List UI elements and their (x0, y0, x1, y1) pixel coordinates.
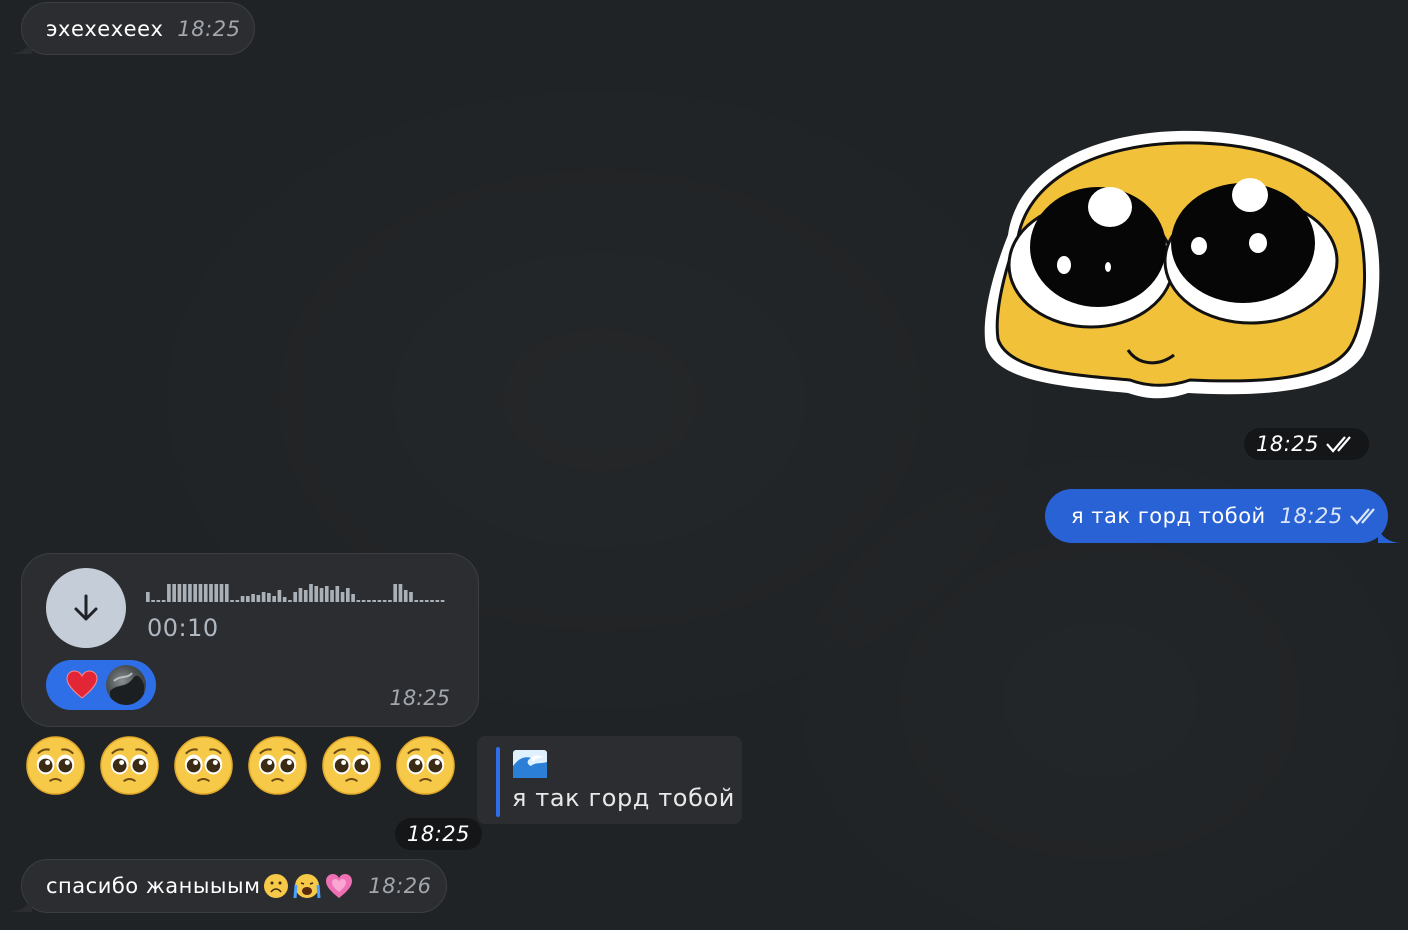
pleading-face-sticker[interactable] (978, 125, 1383, 403)
waveform-bar (146, 592, 150, 602)
reply-preview[interactable]: я так горд тобой (477, 736, 742, 824)
waveform-bar (277, 590, 282, 602)
waveform-bar (346, 588, 350, 602)
waveform-bar (430, 600, 434, 602)
reply-text: я так горд тобой (512, 784, 735, 812)
time-text: 18:25 (1256, 432, 1320, 456)
waveform-bar (151, 600, 155, 602)
bubble-tail (10, 895, 32, 912)
waveform-bar (303, 590, 308, 602)
water-wave-emoji (513, 750, 547, 778)
waveform-bar (372, 600, 376, 602)
pleading-face-emoji (246, 734, 309, 801)
message-time: 18:25 (1279, 504, 1343, 528)
waveform-bar (351, 594, 355, 602)
waveform-bar (156, 600, 161, 602)
pleading-face-emoji (24, 734, 87, 801)
growing-heart-emoji (326, 874, 353, 898)
waveform-bar (261, 592, 266, 602)
waveform-bar (230, 600, 234, 602)
pleading-face-emoji (98, 734, 161, 801)
emoji-message-time: 18:25 (395, 818, 483, 850)
waveform-bar (382, 600, 387, 602)
waveform-bar (177, 584, 182, 602)
waveform-bar (361, 600, 366, 602)
pleading-face-emoji (320, 734, 383, 801)
waveform-bar (267, 593, 271, 602)
message-text: я так горд тобой (1071, 504, 1266, 528)
waveform-bar (409, 592, 413, 602)
incoming-message[interactable]: спасибо жаныыым 18:26 (10, 859, 447, 913)
waveform-bar (209, 584, 213, 602)
voice-duration: 00:10 (147, 614, 219, 642)
waveform-bar (198, 584, 203, 602)
waveform-bar (172, 584, 176, 602)
message-text: спасибо жаныыым (46, 874, 261, 898)
waveform-bar (340, 592, 345, 602)
waveform-bar (414, 600, 419, 602)
waveform-bar (393, 584, 398, 602)
bubble-tail (10, 37, 32, 54)
sticker-time: 18:25 (1244, 428, 1370, 460)
reply-accent-bar (496, 747, 500, 817)
waveform-bar (288, 600, 292, 602)
waveform-bar (240, 596, 245, 602)
waveform-bar (251, 594, 255, 602)
double-check-icon (1326, 436, 1351, 453)
waveform-bar (298, 588, 303, 602)
waveform-bar (335, 586, 340, 602)
crying-face-emoji (293, 874, 321, 899)
waveform-bar (356, 600, 361, 602)
waveform-bar (182, 584, 187, 602)
waveform-bar (330, 590, 334, 602)
waveform-bar (435, 600, 440, 602)
waveform-bar (324, 586, 329, 602)
pleading-face-emoji (394, 734, 457, 801)
waveform-bar (309, 584, 313, 602)
time-text: 18:25 (407, 822, 471, 846)
waveform-bar (167, 584, 171, 602)
waveform-bar (256, 595, 261, 602)
waveform-bar (203, 584, 208, 602)
avatar (106, 665, 146, 705)
waveform-bar (424, 600, 429, 602)
message-time: 18:25 (389, 686, 450, 710)
arrow-down-icon (74, 594, 98, 621)
waveform (146, 584, 445, 602)
waveform-bar (282, 597, 287, 602)
outgoing-message[interactable]: я так горд тобой 18:25 (1045, 489, 1400, 543)
waveform-bar (388, 600, 392, 602)
heart-emoji (66, 670, 98, 699)
waveform-bar (319, 588, 324, 602)
waveform-bar (188, 584, 192, 602)
waveform-bar (314, 586, 319, 602)
waveform-bar (419, 600, 424, 602)
voice-message[interactable]: 00:10 18:25 (21, 553, 479, 727)
waveform-bar (235, 600, 240, 602)
pleading-face-emoji (172, 734, 235, 801)
frowning-face-emoji (264, 874, 289, 898)
double-check-icon (1349, 508, 1375, 525)
waveform-bar (214, 584, 219, 602)
waveform-bar (219, 584, 224, 602)
message-text: эхехехеех (46, 16, 164, 41)
waveform-bar (293, 592, 298, 602)
waveform-bar (246, 596, 250, 602)
waveform-bar (224, 584, 229, 602)
waveform-bar (403, 590, 408, 602)
waveform-bar (398, 584, 403, 602)
message-time: 18:26 (368, 874, 432, 898)
waveform-bar (161, 600, 166, 602)
waveform-bar (440, 600, 445, 602)
bubble-tail (1378, 526, 1400, 543)
waveform-bar (367, 600, 371, 602)
waveform-bar (272, 596, 276, 602)
incoming-message[interactable]: эхехехеех 18:25 (10, 2, 255, 55)
waveform-bar (193, 584, 198, 602)
waveform-bar (377, 600, 382, 602)
emoji-message[interactable] (24, 734, 457, 801)
message-time: 18:25 (177, 16, 241, 41)
download-button[interactable] (46, 568, 126, 648)
reaction-pill[interactable] (46, 660, 156, 710)
